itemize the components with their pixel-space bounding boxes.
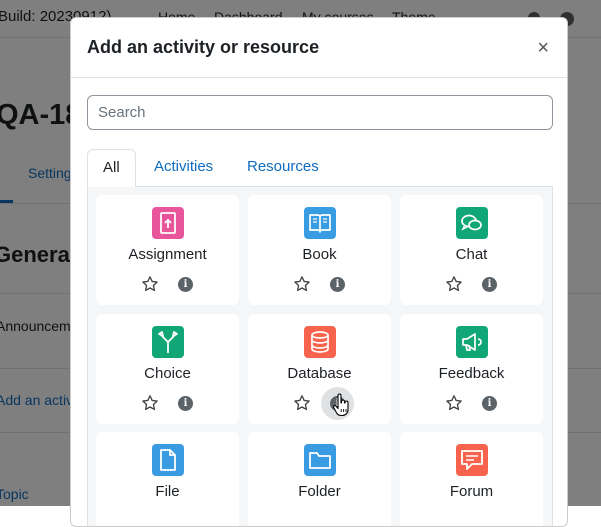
star-icon[interactable] (293, 275, 311, 293)
folder-icon (304, 444, 336, 476)
activity-card-folder[interactable]: Folder (248, 432, 391, 526)
activity-name: Choice (144, 365, 191, 382)
activity-name: Assignment (128, 246, 207, 263)
activity-name: Feedback (438, 365, 505, 382)
info-icon[interactable]: i (178, 396, 193, 411)
close-button[interactable]: × (537, 38, 549, 58)
book-icon (304, 207, 336, 239)
database-icon (304, 326, 336, 358)
activity-card-assignment[interactable]: Assignment i (96, 195, 239, 305)
activity-card-database[interactable]: Database i (248, 314, 391, 424)
activity-card-choice[interactable]: Choice i (96, 314, 239, 424)
star-icon[interactable] (141, 394, 159, 412)
modal-header: Add an activity or resource × (71, 18, 567, 78)
tab-all[interactable]: All (87, 149, 136, 187)
star-icon[interactable] (141, 275, 159, 293)
choice-icon (152, 326, 184, 358)
forum-icon (456, 444, 488, 476)
assignment-icon (152, 207, 184, 239)
star-icon[interactable] (445, 394, 463, 412)
activity-card-file[interactable]: File (96, 432, 239, 526)
star-icon[interactable] (445, 275, 463, 293)
activity-name: Book (302, 246, 337, 263)
activity-card-feedback[interactable]: Feedback i (400, 314, 543, 424)
info-icon[interactable]: i (482, 277, 497, 292)
tab-activities[interactable]: Activities (154, 149, 213, 187)
activity-name: Database (287, 365, 352, 382)
activity-chooser-modal: Add an activity or resource × All Activi… (70, 17, 568, 527)
info-icon[interactable]: i (330, 277, 345, 292)
tab-resources[interactable]: Resources (247, 149, 319, 187)
activity-card-book[interactable]: Book i (248, 195, 391, 305)
activity-name: Forum (449, 483, 494, 500)
modal-title: Add an activity or resource (87, 37, 320, 57)
activity-card-forum[interactable]: Forum (400, 432, 543, 526)
activity-grid: Assignment i Book i Chat i Choice i Data… (87, 186, 553, 526)
activity-name: Chat (455, 246, 488, 263)
chat-icon (456, 207, 488, 239)
info-icon[interactable]: i (482, 396, 497, 411)
star-icon[interactable] (293, 394, 311, 412)
tab-bar: All Activities Resources (87, 149, 553, 187)
info-icon[interactable]: i (178, 277, 193, 292)
activity-name: File (155, 483, 180, 500)
activity-card-chat[interactable]: Chat i (400, 195, 543, 305)
hand-cursor-icon (333, 393, 349, 417)
search-input[interactable] (87, 95, 553, 130)
file-icon (152, 444, 184, 476)
activity-name: Folder (298, 483, 341, 500)
feedback-icon (456, 326, 488, 358)
